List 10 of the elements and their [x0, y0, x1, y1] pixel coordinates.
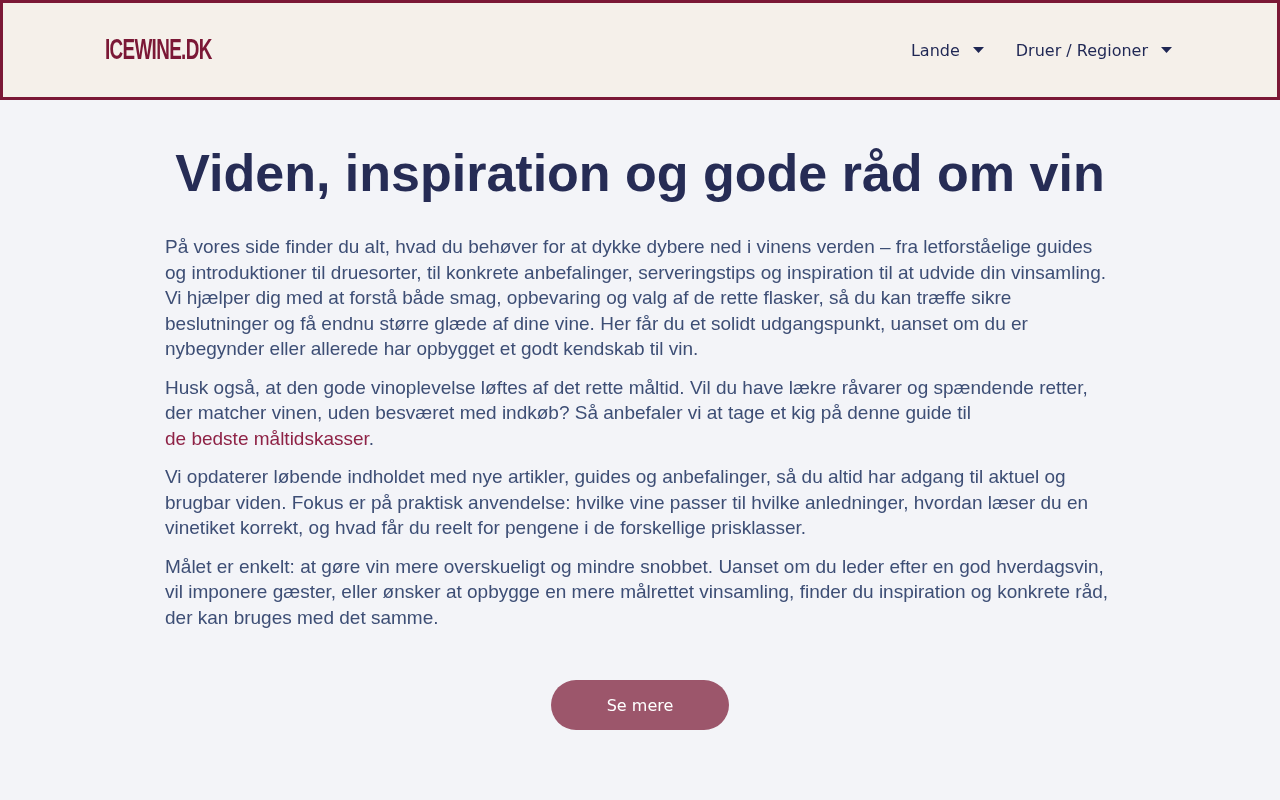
body-paragraph: Vi opdaterer løbende indholdet med nye artikler, guides og anbefalinger, så du altid har adgang til aktuel og brugbar viden. Fokus er på praktisk anvendelse: hvilke vine passer til hvilke anledninger, hvordan læser du en vinetiket korrekt, og hvad får du reelt for pengene i de forskellige prisklasser. — [165, 465, 1090, 540]
site-logo[interactable]: ICEWINE.DK — [105, 36, 212, 62]
guide-link[interactable]: de bedste måltidskasser — [165, 427, 369, 449]
body-paragraph: Målet er enkelt: at gøre vin mere overskueligt og mindre snobbet. Uanset om du leder efter en god hverdagsvin, vil imponere gæster, eller ønsker at opbygge en mere målrettet vinsamling, finder du inspiration og konkrete råd, der kan bruges med det samme. — [165, 554, 1110, 630]
page-heading: Viden, inspiration og gode råd om vin — [174, 143, 1106, 204]
nav-menu-link[interactable]: Druer / Regioner — [1015, 34, 1172, 66]
nav-menu-link[interactable]: Lande — [910, 34, 984, 66]
body-paragraph: Husk også, at den gode vinoplevelse løftes af det rette måltid. Vil du have lækre råvarer og spændende retter, der matcher vinen, uden besværet med indkøb? Så anbefaler vi at tage et kig på denne guide til de bedste måltidskasser. — [165, 375, 1089, 451]
body-paragraph: På vores side finder du alt, hvad du behøver for at dykke dybere ned i vinens verden – fra letforståelige guides og introduktioner til druesorter, til konkrete anbefalinger, serveringstips og inspiration til at udvide din vinsamling. Vi hjælper dig med at forstå både smag, opbevaring og valg af de rette flasker, så du kan træffe sikre beslutninger og få endnu større glæde af dine vine. Her får du et solidt udgangspunkt, uanset om du er nybegynder eller allerede har opbygget et godt kendskab til vin. — [165, 235, 1107, 361]
see-more-button[interactable]: Se mere — [551, 680, 729, 730]
